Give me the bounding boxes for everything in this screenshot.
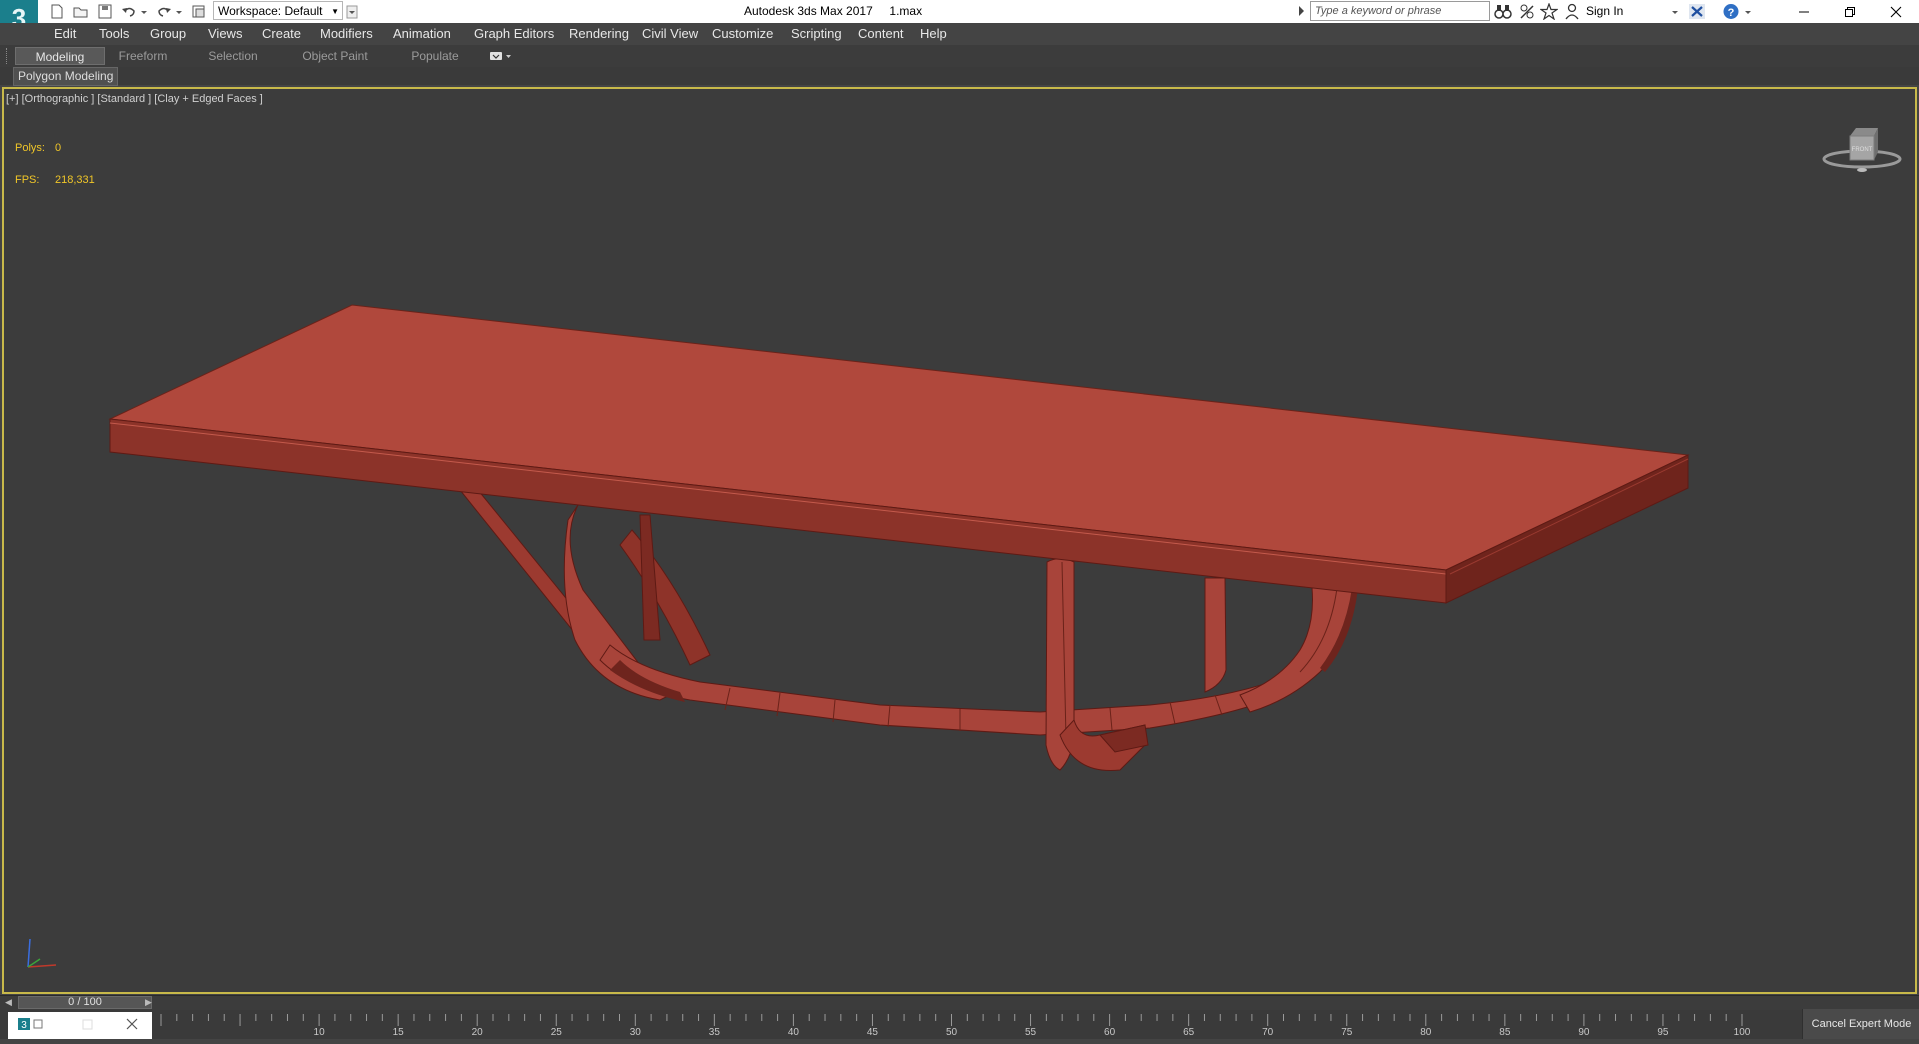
track-tick-label: 70 <box>1262 1027 1274 1038</box>
table-top <box>108 304 1690 604</box>
cancel-expert-mode-button[interactable]: Cancel Expert Mode <box>1802 1009 1919 1039</box>
track-tick-label: 25 <box>550 1027 562 1038</box>
track-tick-label: 95 <box>1657 1027 1669 1038</box>
time-slider-bar <box>0 995 1919 1010</box>
track-tick-label: 80 <box>1420 1027 1432 1038</box>
table-3d-model[interactable] <box>0 0 1919 1039</box>
track-tick-label: 40 <box>787 1027 799 1038</box>
time-next-icon[interactable]: ▶ <box>145 997 152 1008</box>
track-tick-label: 100 <box>1733 1027 1751 1038</box>
track-tick-label: 85 <box>1499 1027 1511 1038</box>
track-tick-label: 60 <box>1104 1027 1116 1038</box>
track-tick-label: 75 <box>1341 1027 1353 1038</box>
track-tick-label: 50 <box>945 1027 958 1038</box>
track-tick-label: 65 <box>1183 1027 1195 1038</box>
track-tick-label: 90 <box>1578 1027 1590 1038</box>
minimized-window-tab[interactable]: 3 <box>8 1012 152 1039</box>
track-tick-label: 30 <box>629 1027 641 1038</box>
track-tick-label: 10 <box>313 1027 325 1038</box>
time-slider[interactable]: 0 / 100 <box>18 996 152 1009</box>
track-tick-label: 20 <box>471 1027 483 1038</box>
track-tick-label: 55 <box>1024 1027 1037 1038</box>
track-tick-label: 15 <box>392 1027 404 1038</box>
track-tick-label: 35 <box>708 1027 720 1038</box>
frame-display: 0 / 100 <box>68 996 102 1008</box>
svg-text:3: 3 <box>21 1020 27 1031</box>
track-tick-label: 45 <box>866 1027 878 1038</box>
time-prev-icon[interactable]: ◀ <box>5 997 12 1008</box>
cancel-expert-label: Cancel Expert Mode <box>1811 1018 1912 1030</box>
